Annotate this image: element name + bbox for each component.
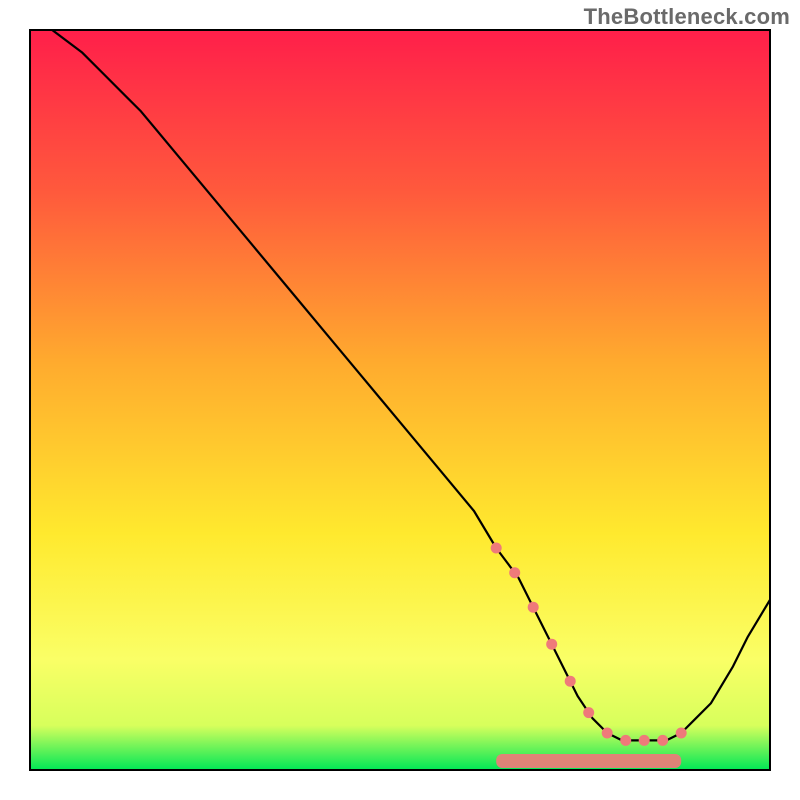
attribution-label: TheBottleneck.com bbox=[584, 4, 790, 30]
optimal-dot bbox=[639, 735, 650, 746]
optimal-dot bbox=[528, 602, 539, 613]
optimal-dot bbox=[565, 676, 576, 687]
optimal-dot bbox=[602, 728, 613, 739]
optimal-range-highlight bbox=[496, 754, 681, 768]
bottleneck-chart: TheBottleneck.com bbox=[0, 0, 800, 800]
optimal-dot bbox=[657, 735, 668, 746]
optimal-dot bbox=[509, 567, 520, 578]
plot-background bbox=[30, 30, 770, 770]
optimal-dot bbox=[583, 707, 594, 718]
optimal-dot bbox=[491, 543, 502, 554]
optimal-dot bbox=[546, 639, 557, 650]
optimal-dot bbox=[676, 728, 687, 739]
chart-svg bbox=[0, 0, 800, 800]
optimal-dot bbox=[620, 735, 631, 746]
